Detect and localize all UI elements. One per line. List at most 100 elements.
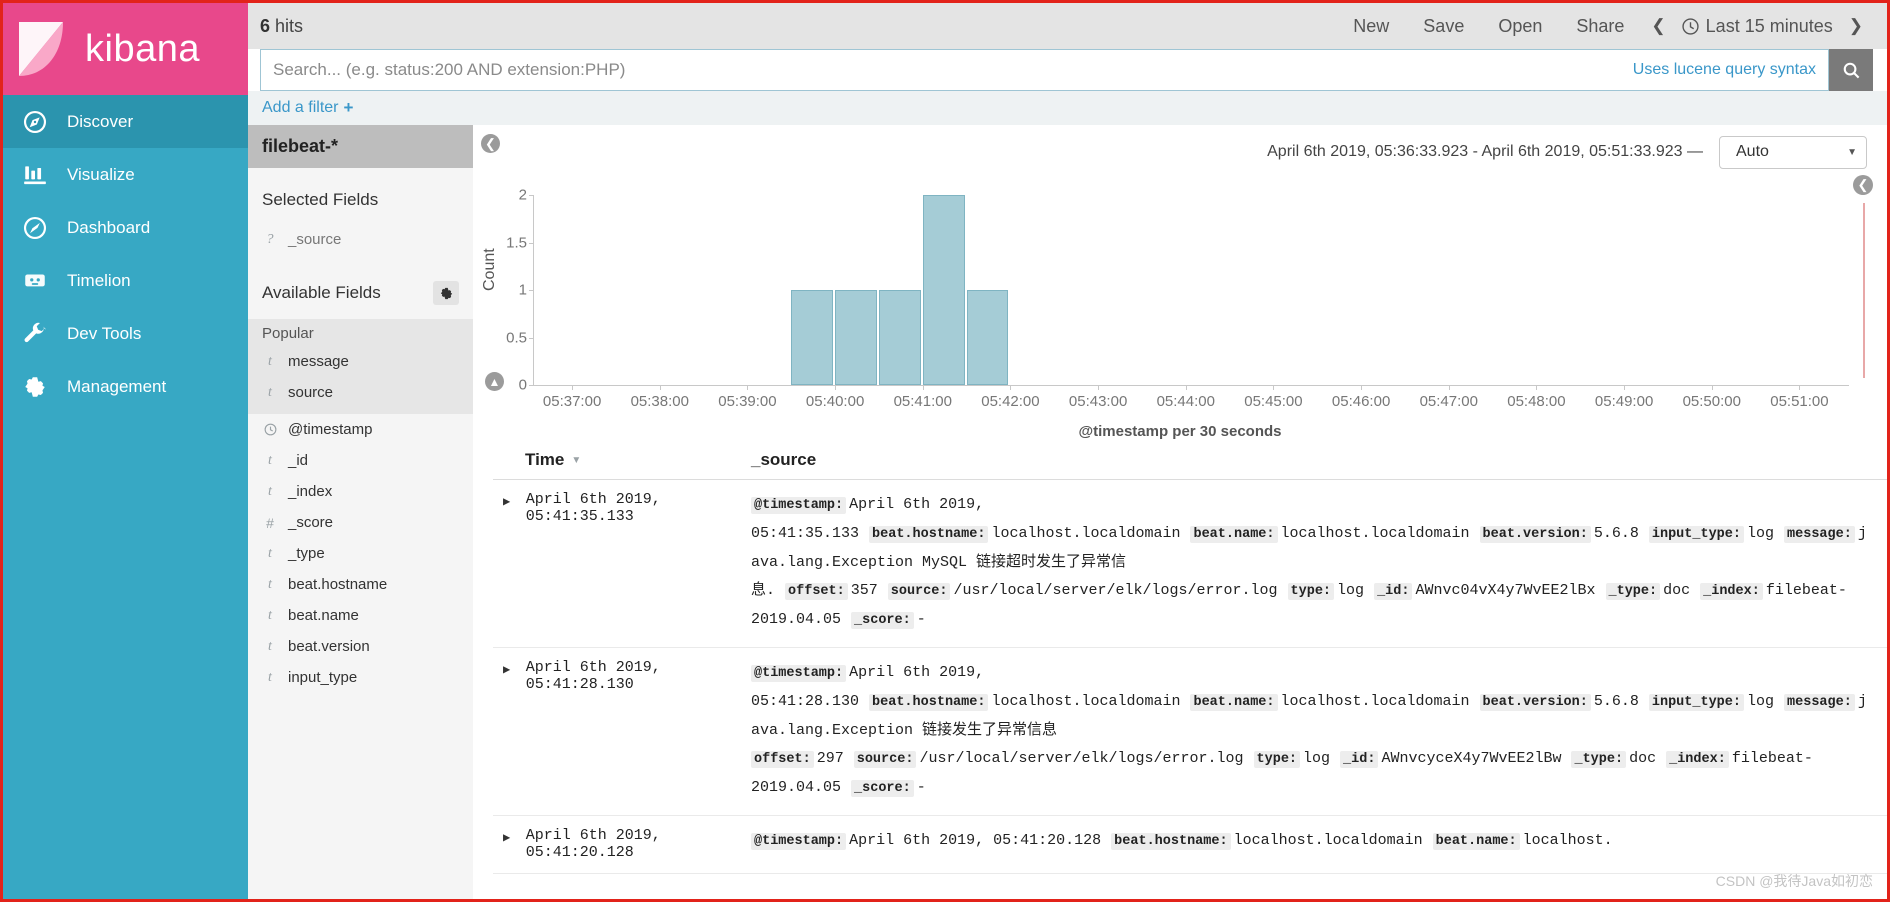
search-button[interactable] <box>1829 49 1873 91</box>
main-content: 6 hits New Save Open Share ❮ Last 15 min… <box>248 3 1887 899</box>
source-field-key: _type: <box>1605 583 1661 600</box>
index-pattern-selector[interactable]: filebeat-* <box>248 125 473 168</box>
field-item-beat-version[interactable]: t beat.version <box>248 631 473 662</box>
sidebar-item-dev-tools[interactable]: Dev Tools <box>3 307 248 360</box>
field-item-beat-hostname[interactable]: t beat.hostname <box>248 569 473 600</box>
string-type-icon: t <box>268 384 272 400</box>
kibana-discover-app: kibana Discover Visualize Dashboard Time <box>0 0 1890 902</box>
x-axis-tick: 05:48:00 <box>1507 393 1566 410</box>
source-field-value: /usr/local/server/elk/logs/error.log <box>953 582 1278 599</box>
string-type-icon: t <box>268 452 272 468</box>
histogram-bar[interactable] <box>966 290 1009 385</box>
histogram-bar[interactable] <box>922 195 965 385</box>
discover-body: filebeat-* Selected Fields ? _source Ava… <box>248 125 1887 899</box>
x-axis-tickmark <box>1799 385 1801 390</box>
search-input-wrapper[interactable]: Uses lucene query syntax <box>260 49 1829 91</box>
new-button[interactable]: New <box>1336 16 1406 37</box>
wrench-icon <box>21 320 49 348</box>
timelion-icon <box>21 267 49 295</box>
plot-area[interactable]: 0 0.5 1 1.5 2 05:37:00 05:38:00 05:39:00 05:40:0… <box>506 187 1849 410</box>
plus-icon: + <box>343 98 354 117</box>
chart-range-label: April 6th 2019, 05:36:33.923 - April 6th… <box>1267 143 1703 160</box>
field-item-id[interactable]: t _id <box>248 445 473 476</box>
collapse-chart-button[interactable]: ▲ <box>485 372 504 391</box>
histogram-bar[interactable] <box>835 290 877 385</box>
sidebar-item-discover[interactable]: Discover <box>3 95 248 148</box>
field-item-type[interactable]: t _type <box>248 538 473 569</box>
sidebar-item-timelion[interactable]: Timelion <box>3 254 248 307</box>
sidebar-item-management[interactable]: Management <box>3 360 248 413</box>
x-axis-tickmark <box>1536 385 1538 390</box>
open-button[interactable]: Open <box>1481 16 1559 37</box>
x-axis-tick: 05:37:00 <box>542 393 602 410</box>
search-input[interactable] <box>273 60 1623 80</box>
cell-time: ▶ April 6th 2019, 05:41:28.130 <box>493 659 751 803</box>
string-type-icon: t <box>268 576 272 592</box>
table-row[interactable]: ▶ April 6th 2019, 05:41:28.130 @timestamp:… <box>493 648 1887 816</box>
chevron-right-icon[interactable]: ❯ <box>1839 16 1873 36</box>
save-button[interactable]: Save <box>1406 16 1481 37</box>
source-field-value: localhost.localdomain <box>1280 693 1470 710</box>
available-fields-list: @timestamp t _id t _index # _score t _ty… <box>248 414 473 693</box>
cell-time-value: April 6th 2019, 05:41:28.130 <box>525 659 661 693</box>
source-field-value: localhost. <box>1522 832 1613 849</box>
cell-time-value: April 6th 2019, 05:41:20.128 <box>525 827 661 861</box>
histogram-chart[interactable]: Count 0 0.5 1 1.5 2 05:37:00 05:38:00 05:39:00 0… <box>473 173 1887 440</box>
expand-row-icon[interactable]: ▶ <box>503 659 514 803</box>
share-button[interactable]: Share <box>1559 16 1641 37</box>
y-axis-tick: 0 <box>518 376 527 394</box>
y-axis-tickmark <box>529 195 534 196</box>
sidebar-item-visualize[interactable]: Visualize <box>3 148 248 201</box>
field-item-beat-name[interactable]: t beat.name <box>248 600 473 631</box>
source-field-value: AWnvcyceX4y7WvEE2lBw <box>1381 750 1562 767</box>
table-row[interactable]: ▶ April 6th 2019, 05:41:20.128 @timestamp:… <box>493 816 1887 874</box>
kibana-brand[interactable]: kibana <box>3 3 248 95</box>
column-header-time[interactable]: Time ▼ <box>493 450 751 470</box>
x-axis-tickmark <box>1448 385 1450 390</box>
chart-collapse-right-button[interactable]: ❮ <box>1853 175 1873 195</box>
x-axis-tickmark <box>572 385 574 390</box>
field-label: _type <box>288 545 325 562</box>
interval-select[interactable]: Auto ▼ <box>1719 135 1867 169</box>
field-item-timestamp[interactable]: @timestamp <box>248 414 473 445</box>
field-item-message[interactable]: t message <box>248 346 473 377</box>
lucene-syntax-link[interactable]: Uses lucene query syntax <box>1623 61 1816 79</box>
dashboard-icon <box>21 214 49 242</box>
add-filter-button[interactable]: Add a filter + <box>262 98 353 118</box>
source-field-key: beat.hostname: <box>1111 833 1231 850</box>
field-item-source[interactable]: ? _source <box>248 224 473 255</box>
field-item-source-popular[interactable]: t source <box>248 377 473 408</box>
y-axis-tickmark <box>529 242 534 244</box>
field-item-score[interactable]: # _score <box>248 507 473 538</box>
collapse-sidebar-button[interactable]: ❮ <box>481 134 500 153</box>
source-field-value: 5.6.8 <box>1593 693 1639 710</box>
histogram-bar[interactable] <box>878 290 921 385</box>
sidebar-item-label: Management <box>67 376 167 396</box>
table-row[interactable]: ▶ April 6th 2019, 05:41:35.133 @timestamp:… <box>493 480 1887 648</box>
source-field-key: source: <box>887 583 951 600</box>
source-field-key: type: <box>1253 751 1301 768</box>
caret-down-icon: ▼ <box>571 454 582 466</box>
field-settings-gear-icon[interactable] <box>433 281 459 305</box>
sidebar-item-dashboard[interactable]: Dashboard <box>3 201 248 254</box>
source-field-value: localhost.localdomain <box>1233 832 1423 849</box>
query-bar: Uses lucene query syntax <box>248 49 1887 91</box>
cell-source: @timestamp: April 6th 2019, 05:41:20.128 b… <box>751 827 1887 861</box>
string-type-icon: t <box>268 483 272 499</box>
field-item-index[interactable]: t _index <box>248 476 473 507</box>
x-axis-tickmark <box>922 385 924 390</box>
source-field-key: _index: <box>1700 583 1763 600</box>
chevron-left-icon[interactable]: ❮ <box>1641 16 1675 36</box>
source-field-value: doc <box>1663 582 1691 599</box>
source-field-key: type: <box>1287 583 1335 600</box>
source-field-key: source: <box>853 751 917 768</box>
y-axis-tickmark <box>529 385 534 386</box>
expand-row-icon[interactable]: ▶ <box>503 827 514 861</box>
source-field-key: @timestamp: <box>751 497 847 514</box>
number-type-icon: # <box>266 514 274 531</box>
time-picker-button[interactable]: Last 15 minutes <box>1676 16 1839 37</box>
date-type-icon <box>264 423 277 436</box>
field-item-input-type[interactable]: t input_type <box>248 662 473 693</box>
histogram-bar[interactable] <box>791 290 834 385</box>
expand-row-icon[interactable]: ▶ <box>503 491 514 635</box>
